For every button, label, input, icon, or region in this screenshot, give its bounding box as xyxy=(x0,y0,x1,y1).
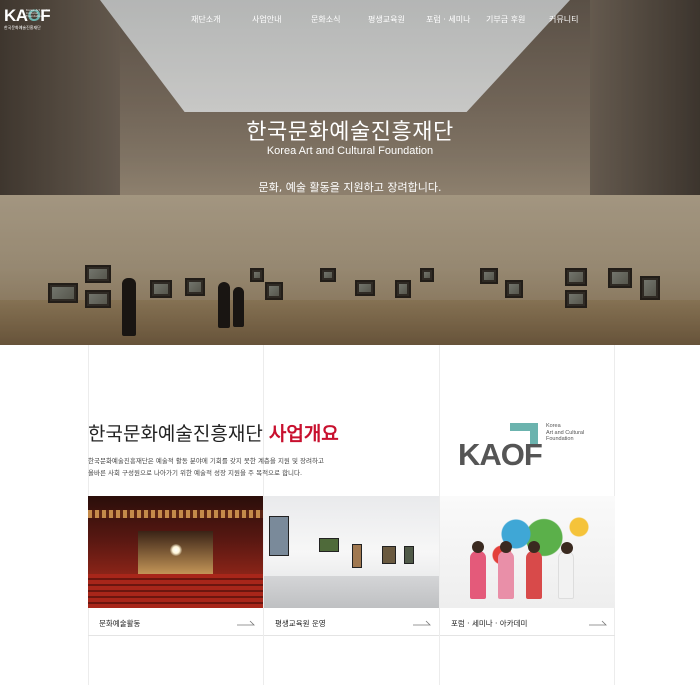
card-label: 평생교육원 운영 xyxy=(275,619,326,628)
section-description: 한국문화예술진흥재단은 예술적 활동 분야에 기회를 갖지 못한 계층을 지원 … xyxy=(88,455,358,479)
hero-overlay xyxy=(0,0,700,345)
card-education[interactable]: 평생교육원 운영 xyxy=(264,496,439,636)
brand-logo-mark: KAOF xyxy=(458,437,543,472)
brand-logo-text: Korea Art and Cultural Foundation xyxy=(546,423,585,442)
hero-title: 한국문화예술진흥재단 xyxy=(246,120,454,145)
nav-item-education[interactable]: 평생교육원 xyxy=(368,14,405,25)
nav-item-news[interactable]: 문화소식 xyxy=(311,14,340,25)
card-image-theater xyxy=(88,496,263,608)
business-cards: 문화예술활동 평생교육원 운영 포럼 · 세미나 · 아카데미 xyxy=(88,496,615,636)
card-image-gallery xyxy=(264,496,439,608)
card-label: 포럼 · 세미나 · 아카데미 xyxy=(451,619,528,628)
card-forum[interactable]: 포럼 · 세미나 · 아카데미 xyxy=(440,496,615,636)
brand-logo: KAOF Korea Art and Cultural Foundation xyxy=(458,423,598,475)
nav-item-forum[interactable]: 포럼 · 세미나 xyxy=(426,14,470,25)
hero-slogan: 문화, 예술 활동을 지원하고 장려합니다. xyxy=(258,181,442,194)
arrow-right-icon xyxy=(237,620,255,626)
nav-item-donation[interactable]: 기부금 후원 xyxy=(486,14,525,25)
card-image-kids-painting xyxy=(440,496,615,608)
nav-item-business[interactable]: 사업안내 xyxy=(252,14,281,25)
arrow-right-icon xyxy=(413,620,431,626)
description-line: 한국문화예술진흥재단은 예술적 활동 분야에 기회를 갖지 못한 계층을 지원 … xyxy=(88,457,324,465)
main-nav: 재단소개 사업안내 문화소식 평생교육원 포럼 · 세미나 기부금 후원 커뮤니… xyxy=(0,14,700,28)
card-label: 문화예술활동 xyxy=(99,619,141,628)
description-line: 올바른 사회 구성원으로 나아가기 위한 예술적 성장 지원을 주 목적으로 합… xyxy=(88,469,303,477)
hero-subtitle: Korea Art and Cultural Foundation xyxy=(266,145,434,157)
arrow-right-icon xyxy=(589,620,607,626)
nav-item-community[interactable]: 커뮤니티 xyxy=(549,14,578,25)
section-title: 한국문화예술진흥재단 사업개요 xyxy=(88,419,339,446)
card-culture-activity[interactable]: 문화예술활동 xyxy=(88,496,263,636)
section-title-prefix: 한국문화예술진흥재단 xyxy=(88,423,263,445)
hero-banner: KAOF 한국문화예술진흥재단 Korea Art and Cultural F… xyxy=(0,0,700,345)
section-title-highlight: 사업개요 xyxy=(268,423,339,445)
nav-item-about[interactable]: 재단소개 xyxy=(191,14,220,25)
